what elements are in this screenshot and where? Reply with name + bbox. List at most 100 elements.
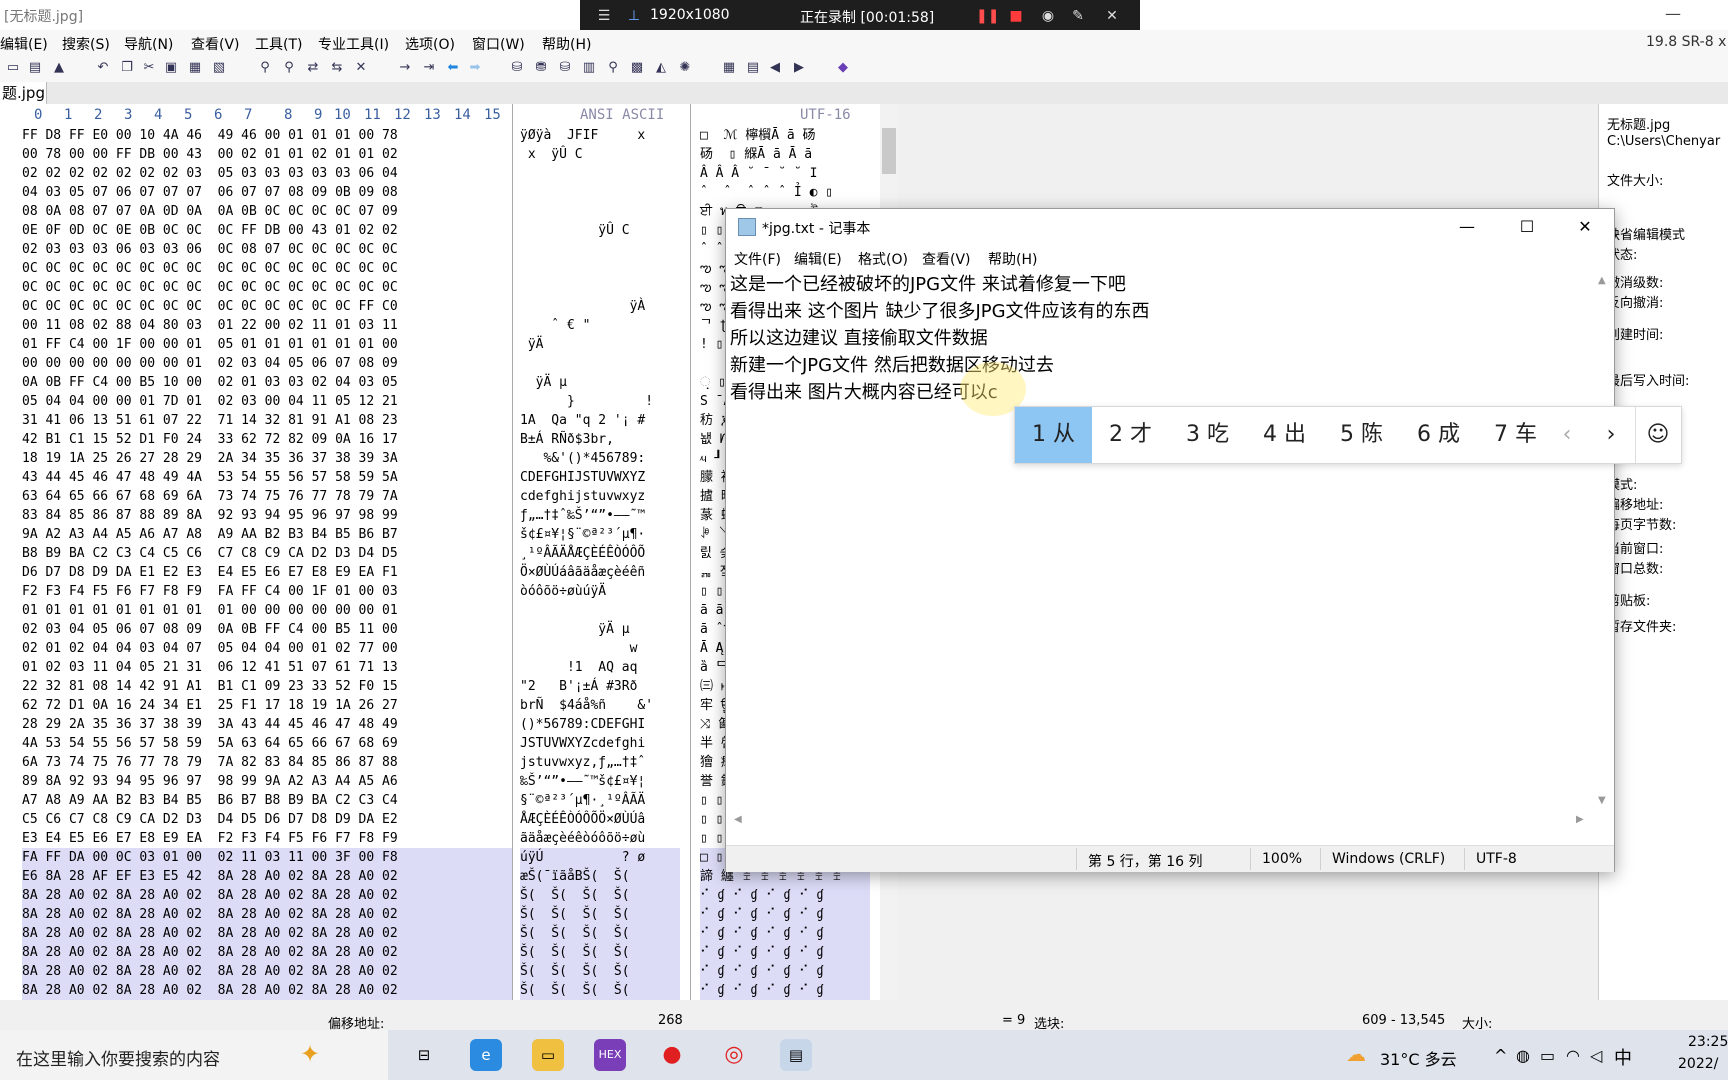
np-menu-edit[interactable]: 编辑(E) bbox=[794, 249, 842, 269]
ansi-row[interactable]: JSTUVWXYZcdefghi bbox=[520, 734, 680, 753]
replace-icon[interactable]: ⇄ bbox=[304, 59, 322, 77]
ansi-row[interactable] bbox=[520, 259, 680, 278]
menu-help[interactable]: 帮助(H) bbox=[542, 34, 591, 54]
disk-save-icon[interactable]: ⛁ bbox=[556, 59, 574, 77]
ansi-row[interactable]: ÿÀ bbox=[520, 297, 680, 316]
ansi-row[interactable]: %&'()*456789: bbox=[520, 449, 680, 468]
ansi-row[interactable]: Š( Š( Š( Š( bbox=[520, 886, 680, 905]
hex-row[interactable]: C5 C6 C7 C8 C9 CA D2 D3 D4 D5 D6 D7 D8 D… bbox=[22, 810, 512, 829]
ime-candidate[interactable]: 1 从 bbox=[1015, 407, 1092, 463]
hex-row[interactable]: 01 01 01 01 01 01 01 01 01 00 00 00 00 0… bbox=[22, 601, 512, 620]
taskbar-search[interactable]: 在这里输入你要搜索的内容 ✦ bbox=[0, 1030, 388, 1080]
hex-row[interactable]: 22 32 81 08 14 42 91 A1 B1 C1 09 23 33 5… bbox=[22, 677, 512, 696]
np-menu-view[interactable]: 查看(V) bbox=[922, 249, 971, 269]
hex-row[interactable]: 4A 53 54 55 56 57 58 59 5A 63 64 65 66 6… bbox=[22, 734, 512, 753]
hex-row[interactable]: 0A 0B FF C4 00 B5 10 00 02 01 03 03 02 0… bbox=[22, 373, 512, 392]
plugin-icon[interactable]: ◆ bbox=[834, 59, 852, 77]
hex-row[interactable]: 00 78 00 00 FF DB 00 43 00 02 01 01 02 0… bbox=[22, 145, 512, 164]
properties-icon[interactable]: ▤ bbox=[26, 59, 44, 77]
utf-row[interactable]: □ ℳ 檸橮Ā ā 砀 bbox=[700, 126, 870, 145]
edge-icon[interactable]: e bbox=[470, 1039, 502, 1071]
hex-values-column[interactable]: FF D8 FF E0 00 10 4A 46 49 46 00 01 01 0… bbox=[22, 126, 512, 1000]
hex-row[interactable]: 0E 0F 0D 0C 0E 0B 0C 0C 0C FF DB 00 43 0… bbox=[22, 221, 512, 240]
tray-app-icon[interactable]: ◍ bbox=[1516, 1046, 1530, 1065]
recorder-taskbar-icon[interactable]: ● bbox=[656, 1039, 688, 1071]
hex-row[interactable]: 6A 73 74 75 76 77 78 79 7A 82 83 84 85 8… bbox=[22, 753, 512, 772]
np-menu-file[interactable]: 文件(F) bbox=[734, 249, 781, 269]
emoji-icon[interactable]: ☺ bbox=[1635, 407, 1680, 463]
fill-icon[interactable]: ▧ bbox=[210, 59, 228, 77]
ansi-row[interactable]: ÅÆÇÈÉÊÒÓÔÕÖ×ØÙÚâ bbox=[520, 810, 680, 829]
ansi-row[interactable] bbox=[520, 278, 680, 297]
utf-row[interactable]: ⠊ ɠ ⠊ ɠ ⠊ ɠ ⠊ ɠ bbox=[700, 943, 870, 962]
maximize-icon[interactable]: ☐ bbox=[1512, 215, 1542, 239]
cut-icon[interactable]: ✂ bbox=[140, 59, 158, 77]
utf-row[interactable]: Â Â Â ˘ ¯ ˘ ˘ Ι bbox=[700, 164, 870, 183]
hex-row[interactable]: FA FF DA 00 0C 03 01 00 02 11 03 11 00 3… bbox=[22, 848, 512, 867]
ime-candidate[interactable]: 5 陈 bbox=[1323, 407, 1400, 463]
ansi-row[interactable]: B±Á RÑð$3br, bbox=[520, 430, 680, 449]
hex-row[interactable]: A7 A8 A9 AA B2 B3 B4 B5 B6 B7 B8 B9 BA C… bbox=[22, 791, 512, 810]
hex-row[interactable]: 18 19 1A 25 26 27 28 29 2A 34 35 36 37 3… bbox=[22, 449, 512, 468]
ansi-row[interactable]: ¸¹ºÂÃÄÅÆÇÈÉÊÒÓÔÕ bbox=[520, 544, 680, 563]
ansi-row[interactable] bbox=[520, 240, 680, 259]
ansi-row[interactable]: úÿÚ ? ø bbox=[520, 848, 680, 867]
export-icon[interactable]: ▲ bbox=[50, 59, 68, 77]
utf-row[interactable]: ⠊ ɠ ⠊ ɠ ⠊ ɠ ⠊ ɠ bbox=[700, 924, 870, 943]
hex-row[interactable]: 05 04 04 00 00 01 7D 01 02 03 00 04 11 0… bbox=[22, 392, 512, 411]
grid-icon[interactable]: ▦ bbox=[720, 59, 738, 77]
hex-row[interactable]: E3 E4 E5 E6 E7 E8 E9 EA F2 F3 F4 F5 F6 F… bbox=[22, 829, 512, 848]
ansi-row[interactable]: CDEFGHIJSTUVWXYZ bbox=[520, 468, 680, 487]
hex-row[interactable]: 8A 28 A0 02 8A 28 A0 02 8A 28 A0 02 8A 2… bbox=[22, 924, 512, 943]
task-view-icon[interactable]: ⊟ bbox=[408, 1039, 440, 1071]
goto-offset-icon[interactable]: → bbox=[396, 59, 414, 77]
ansi-text-column[interactable]: ÿØÿà JFIF x x ÿÛ C ÿÛ C ÿÀ ˆ € " ÿÄ ÿÄ µ… bbox=[520, 126, 680, 1000]
menu-pro-tools[interactable]: 专业工具(I) bbox=[318, 34, 389, 54]
wifi-icon[interactable]: ◠ bbox=[1566, 1046, 1580, 1065]
ansi-row[interactable]: æŠ(¯ïãåBŠ( Š( bbox=[520, 867, 680, 886]
hex-row[interactable]: 01 FF C4 00 1F 00 00 01 05 01 01 01 01 0… bbox=[22, 335, 512, 354]
np-menu-help[interactable]: 帮助(H) bbox=[988, 249, 1037, 269]
chevron-right-icon[interactable]: › bbox=[1591, 407, 1631, 463]
hex-row[interactable]: E6 8A 28 AF EF E3 E5 42 8A 28 A0 02 8A 2… bbox=[22, 867, 512, 886]
hex-row[interactable]: 02 01 02 04 04 03 04 07 05 04 04 00 01 0… bbox=[22, 639, 512, 658]
hex-row[interactable]: 8A 28 A0 02 8A 28 A0 02 8A 28 A0 02 8A 2… bbox=[22, 886, 512, 905]
hex-row[interactable]: 43 44 45 46 47 48 49 4A 53 54 55 56 57 5… bbox=[22, 468, 512, 487]
hex-row[interactable]: 00 00 00 00 00 00 00 01 02 03 04 05 06 0… bbox=[22, 354, 512, 373]
goto-end-icon[interactable]: ⇥ bbox=[420, 59, 438, 77]
pause-icon[interactable]: ❚❚ bbox=[976, 6, 999, 26]
hex-row[interactable]: 63 64 65 66 67 68 69 6A 73 74 75 76 77 7… bbox=[22, 487, 512, 506]
hex-row[interactable]: 31 41 06 13 51 61 07 22 71 14 32 81 91 A… bbox=[22, 411, 512, 430]
hex-row[interactable]: 04 03 05 07 06 07 07 07 06 07 07 08 09 0… bbox=[22, 183, 512, 202]
ansi-row[interactable] bbox=[520, 183, 680, 202]
scroll-down-icon[interactable]: ▼ bbox=[1598, 795, 1606, 806]
hash-icon[interactable]: ◭ bbox=[652, 59, 670, 77]
hex-row[interactable]: 62 72 D1 0A 16 24 34 E1 25 F1 17 18 19 1… bbox=[22, 696, 512, 715]
ram-icon[interactable]: ▩ bbox=[628, 59, 646, 77]
forward-icon[interactable]: ➡ bbox=[466, 59, 484, 77]
hex-row[interactable]: F2 F3 F4 F5 F6 F7 F8 F9 FA FF C4 00 1F 0… bbox=[22, 582, 512, 601]
close-icon[interactable]: ✕ bbox=[1570, 215, 1600, 239]
utf-row[interactable]: ⠊ ɠ ⠊ ɠ ⠊ ɠ ⠊ ɠ bbox=[700, 886, 870, 905]
hex-row[interactable]: 02 02 02 02 02 02 02 03 05 03 03 03 03 0… bbox=[22, 164, 512, 183]
utf-row[interactable]: ⠊ ɠ ⠊ ɠ ⠊ ɠ ⠊ ɠ bbox=[700, 905, 870, 924]
open-icon[interactable]: ▭ bbox=[4, 59, 22, 77]
find-icon[interactable]: ⚲ bbox=[256, 59, 274, 77]
paste-icon[interactable]: ▣ bbox=[162, 59, 180, 77]
ime-candidate[interactable]: 3 吃 bbox=[1169, 407, 1246, 463]
camera-icon[interactable]: ◉ bbox=[1038, 6, 1058, 26]
hex-editor-taskbar-icon[interactable]: HEX bbox=[594, 1039, 626, 1071]
close-icon[interactable]: ✕ bbox=[1102, 6, 1122, 26]
clock-time[interactable]: 23:25 bbox=[1688, 1034, 1728, 1050]
hex-row[interactable]: 0C 0C 0C 0C 0C 0C 0C 0C 0C 0C 0C 0C 0C 0… bbox=[22, 259, 512, 278]
weather-text[interactable]: 31°C 多云 bbox=[1380, 1046, 1457, 1070]
menu-edit[interactable]: 编辑(E) bbox=[0, 34, 48, 54]
ansi-row[interactable]: ÿÄ µ bbox=[520, 373, 680, 392]
ansi-row[interactable]: Š( Š( Š( Š( bbox=[520, 981, 680, 1000]
ansi-row[interactable]: ˆ € " bbox=[520, 316, 680, 335]
menu-options[interactable]: 选项(O) bbox=[405, 34, 455, 54]
minimize-icon[interactable]: — bbox=[1665, 4, 1681, 23]
ansi-row[interactable] bbox=[520, 354, 680, 373]
file-explorer-icon[interactable]: ▭ bbox=[532, 1039, 564, 1071]
tab-file[interactable]: 题.jpg bbox=[0, 82, 47, 104]
